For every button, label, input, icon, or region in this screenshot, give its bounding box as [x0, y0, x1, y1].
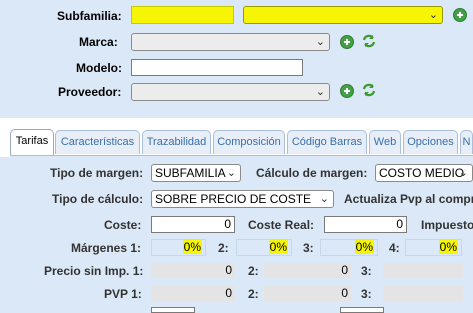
precio-sin-imp-label: Precio sin Imp. 1:	[44, 264, 144, 278]
add-subfamilia-icon[interactable]	[453, 8, 467, 22]
margen-3-label: 3:	[303, 241, 314, 255]
calculo-margen-value: COSTO MEDIO	[379, 166, 465, 180]
margen-4-input[interactable]: 0%	[405, 239, 462, 256]
tab-opciones[interactable]: Opciones	[403, 130, 458, 154]
chevron-down-icon: ⌄	[428, 9, 438, 21]
calculo-margen-label: Cálculo de margen:	[256, 166, 368, 180]
tipo-margen-value: SUBFAMILIA	[155, 166, 226, 180]
coste-real-input[interactable]: 0	[324, 216, 407, 233]
margen-3-input[interactable]: 0%	[320, 239, 378, 256]
tipo-margen-label: Tipo de margen:	[50, 166, 144, 180]
tab-composicion[interactable]: Composición	[213, 130, 285, 154]
proveedor-select[interactable]: ⌄	[131, 83, 330, 101]
margen-1-value: 0%	[182, 240, 202, 254]
precio-sin-imp-3-label: 3:	[361, 264, 372, 278]
margen-4-value: 0%	[438, 240, 458, 254]
marca-select[interactable]: ⌄	[131, 33, 330, 51]
subfamilia-label: Subfamilia:	[57, 9, 122, 23]
margen-2-value: 0%	[268, 240, 288, 254]
margen-1-input[interactable]: 0%	[151, 239, 206, 256]
next-row-input-1[interactable]	[151, 307, 195, 313]
modelo-input[interactable]	[131, 59, 303, 76]
chevron-down-icon: ⌄	[315, 86, 325, 98]
impuesto-label: Impuesto	[421, 218, 473, 232]
modelo-label: Modelo:	[76, 61, 122, 75]
pvp-3	[383, 286, 463, 301]
margenes-label: Márgenes 1:	[71, 241, 142, 255]
margen-2-label: 2:	[218, 241, 229, 255]
marca-label: Marca:	[79, 35, 118, 49]
chevron-down-icon: ⌄	[226, 167, 236, 179]
coste-label: Coste:	[104, 218, 142, 232]
next-row-input-2[interactable]	[340, 307, 384, 313]
margen-2-input[interactable]: 0%	[236, 239, 292, 256]
pvp-label: PVP 1:	[104, 287, 142, 301]
pvp-1: 0	[151, 286, 235, 301]
precio-sin-imp-2: 0	[264, 263, 351, 278]
proveedor-label: Proveedor:	[58, 85, 122, 99]
margen-3-value: 0%	[354, 240, 374, 254]
margen-4-label: 4:	[389, 241, 400, 255]
subfamilia-code-input[interactable]	[131, 6, 234, 24]
pvp-3-label: 3:	[361, 287, 372, 301]
actualiza-label: Actualiza Pvp al compr	[344, 192, 473, 206]
tipo-calculo-select[interactable]: SOBRE PRECIO DE COSTE ⌄	[151, 190, 334, 208]
chevron-down-icon: ⌄	[315, 36, 325, 48]
tab-tarifas[interactable]: Tarifas	[10, 129, 54, 156]
chevron-down-icon: ⌄	[458, 167, 468, 179]
refresh-icon[interactable]	[361, 33, 377, 49]
tab-trazabilidad[interactable]: Trazabilidad	[142, 130, 211, 154]
tab-caracteristicas[interactable]: Características	[55, 130, 140, 154]
tab-codigo-barras[interactable]: Código Barras	[287, 130, 367, 154]
precio-sin-imp-2-label: 2:	[248, 264, 259, 278]
coste-real-label: Coste Real:	[248, 218, 315, 232]
calculo-margen-select[interactable]: COSTO MEDIO ⌄	[375, 164, 473, 182]
pvp-2-label: 2:	[248, 287, 259, 301]
tipo-calculo-label: Tipo de cálculo:	[52, 192, 144, 206]
pvp-2: 0	[264, 286, 351, 301]
tipo-calculo-value: SOBRE PRECIO DE COSTE	[155, 192, 312, 206]
tab-web[interactable]: Web	[369, 130, 401, 154]
add-proveedor-icon[interactable]	[340, 84, 354, 98]
precio-sin-imp-1: 0	[151, 263, 235, 278]
tab-next[interactable]: N	[460, 130, 473, 154]
refresh-icon[interactable]	[361, 82, 377, 98]
coste-input[interactable]: 0	[151, 216, 235, 233]
subfamilia-select[interactable]: ⌄	[243, 6, 443, 24]
add-marca-icon[interactable]	[340, 35, 354, 49]
tipo-margen-select[interactable]: SUBFAMILIA ⌄	[151, 164, 241, 182]
precio-sin-imp-3	[383, 263, 463, 278]
chevron-down-icon: ⌄	[319, 193, 329, 205]
